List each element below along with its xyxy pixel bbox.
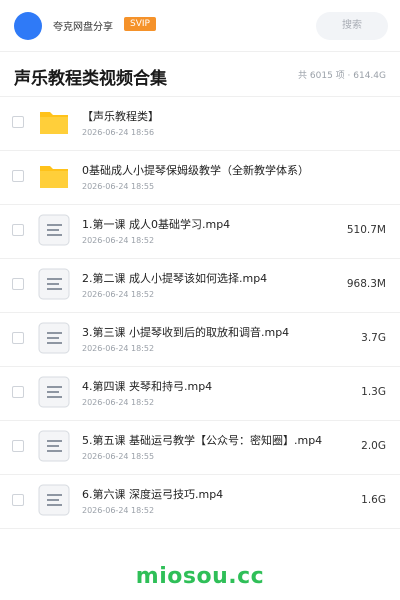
folder-icon [38, 106, 70, 138]
user-name: 夸克网盘分享 [53, 22, 113, 33]
file-name: 5.第五课 基础运弓教学【公众号：密知圈】.mp4 [82, 434, 323, 447]
row-checkbox[interactable] [12, 170, 24, 182]
file-row[interactable]: 6.第六课 深度运弓技巧.mp4 2026-06-24 18:52 1.6G [0, 474, 400, 528]
svip-badge: SVIP [124, 17, 156, 31]
file-row[interactable]: 2.第二课 成人小提琴该如何选择.mp4 2026-06-24 18:52 968.… [0, 258, 400, 312]
file-row[interactable]: 【声乐教程类】 2026-06-24 18:56 [0, 96, 400, 150]
file-date: 2026-06-24 18:52 [82, 506, 155, 515]
row-checkbox[interactable] [12, 494, 24, 506]
file-date: 2026-06-24 18:56 [82, 128, 155, 137]
file-date: 2026-06-24 18:52 [82, 344, 155, 353]
top-bar: 夸克网盘分享 SVIP 搜索 [0, 0, 400, 52]
row-divider [0, 528, 400, 529]
file-name: 6.第六课 深度运弓技巧.mp4 [82, 488, 224, 501]
file-name: 1.第一课 成人0基础学习.mp4 [82, 218, 231, 231]
file-size: 3.7G [361, 332, 386, 344]
page-title: 声乐教程类视频合集 [14, 69, 167, 89]
row-checkbox[interactable] [12, 224, 24, 236]
folder-meta: 共 6015 项 · 614.4G [298, 71, 386, 81]
document-icon [38, 268, 70, 300]
document-icon [38, 214, 70, 246]
file-row[interactable]: 4.第四课 夹琴和持弓.mp4 2026-06-24 18:52 1.3G [0, 366, 400, 420]
search-button[interactable]: 搜索 [316, 12, 388, 40]
file-name: 4.第四课 夹琴和持弓.mp4 [82, 380, 213, 393]
file-size: 1.3G [361, 386, 386, 398]
file-date: 2026-06-24 18:52 [82, 398, 155, 407]
document-icon [38, 376, 70, 408]
row-checkbox[interactable] [12, 332, 24, 344]
document-icon [38, 430, 70, 462]
file-size: 510.7M [346, 224, 386, 236]
file-row[interactable]: 1.第一课 成人0基础学习.mp4 2026-06-24 18:52 510.7M [0, 204, 400, 258]
file-date: 2026-06-24 18:55 [82, 182, 155, 191]
file-row[interactable]: 0基础成人小提琴保姆级教学（全新教学体系） 2026-06-24 18:55 [0, 150, 400, 204]
file-date: 2026-06-24 18:55 [82, 452, 155, 461]
row-checkbox[interactable] [12, 278, 24, 290]
file-date: 2026-06-24 18:52 [82, 290, 155, 299]
file-name: 【声乐教程类】 [82, 110, 159, 123]
file-name: 2.第二课 成人小提琴该如何选择.mp4 [82, 272, 268, 285]
avatar[interactable] [14, 12, 42, 40]
file-size: 2.0G [361, 440, 386, 452]
document-icon [38, 484, 70, 516]
row-checkbox[interactable] [12, 440, 24, 452]
file-name: 3.第三课 小提琴收到后的取放和调音.mp4 [82, 326, 290, 339]
folder-icon [38, 160, 70, 192]
watermark: miosou.cc [135, 564, 265, 589]
row-checkbox[interactable] [12, 116, 24, 128]
file-row[interactable]: 5.第五课 基础运弓教学【公众号：密知圈】.mp4 2026-06-24 18:5… [0, 420, 400, 474]
row-checkbox[interactable] [12, 386, 24, 398]
file-row[interactable]: 3.第三课 小提琴收到后的取放和调音.mp4 2026-06-24 18:52 3.… [0, 312, 400, 366]
file-size: 1.6G [361, 494, 386, 506]
file-date: 2026-06-24 18:52 [82, 236, 155, 245]
file-name: 0基础成人小提琴保姆级教学（全新教学体系） [82, 164, 309, 177]
document-icon [38, 322, 70, 354]
file-size: 968.3M [346, 278, 386, 290]
